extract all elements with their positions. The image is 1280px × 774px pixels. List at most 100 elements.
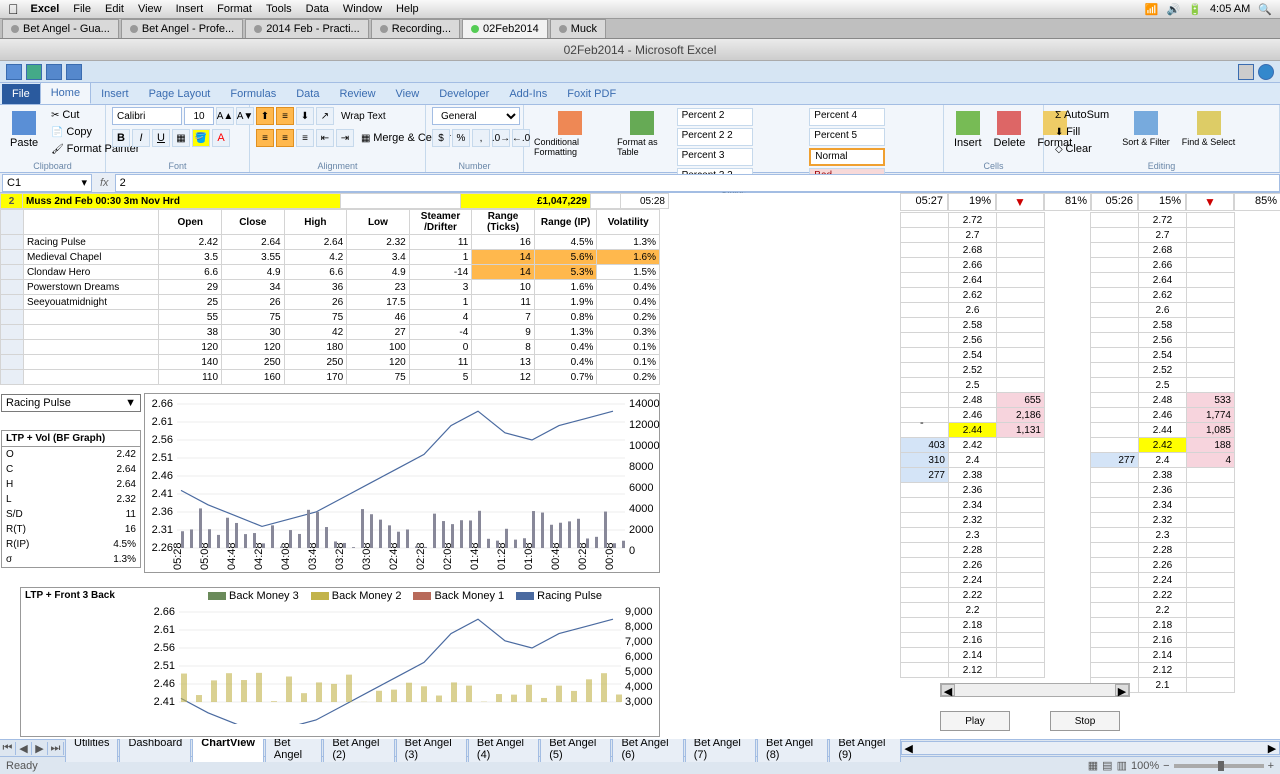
underline-button[interactable]: U [152,129,170,147]
play-button[interactable]: Play [940,711,1010,731]
window-tab[interactable]: 2014 Feb - Practi... [245,19,369,38]
tab-first-icon[interactable]: ⏮ [0,742,16,755]
fx-icon[interactable]: fx [94,177,115,189]
ribbon-tab-foxit-pdf[interactable]: Foxit PDF [557,84,626,104]
menu-data[interactable]: Data [306,3,329,15]
cell-selected[interactable]: 2 [1,194,23,209]
save-icon[interactable] [26,64,42,80]
ribbon-tab-file[interactable]: File [2,84,40,104]
name-box[interactable]: C1▾ [2,174,92,192]
paste-button[interactable]: Paste [6,107,42,153]
fill-button[interactable]: ⬇ Fill [1050,124,1114,140]
spotlight-icon[interactable]: 🔍 [1258,3,1272,16]
font-size-input[interactable] [184,107,214,125]
worksheet[interactable]: 2 Muss 2nd Feb 00:30 3m Nov Hrd £1,047,2… [0,193,1280,739]
percent-button[interactable]: % [452,129,470,147]
zoom-level[interactable]: 100% [1131,760,1159,772]
align-top-button[interactable]: ⬆ [256,107,274,125]
number-format-select[interactable]: General [432,107,520,125]
border-button[interactable]: ▦ [172,129,190,147]
window-tab[interactable]: Bet Angel - Gua... [2,19,119,38]
ladder-2[interactable]: 05:26 15% ▼ 85% 2.722.72.682.662.642.622… [1090,193,1280,693]
find-select-button[interactable]: Find & Select [1178,107,1240,151]
cell-style-percent-3[interactable]: Percent 3 [677,148,753,166]
redo-icon[interactable] [66,64,82,80]
cell-style-normal[interactable]: Normal [809,148,885,166]
apple-icon[interactable]:  [8,1,19,17]
align-bottom-button[interactable]: ⬇ [296,107,314,125]
zoom-out-icon[interactable]: − [1163,760,1169,772]
stop-button[interactable]: Stop [1050,711,1120,731]
ribbon-tab-insert[interactable]: Insert [91,84,139,104]
menu-view[interactable]: View [138,3,162,15]
ladder-scrollbar[interactable]: ◀▶ [940,683,1130,697]
indent-inc-button[interactable]: ⇥ [336,129,354,147]
menu-file[interactable]: File [73,3,91,15]
menu-help[interactable]: Help [396,3,419,15]
font-name-input[interactable] [112,107,182,125]
wifi-icon[interactable]: 📶 [1145,3,1159,16]
orientation-button[interactable]: ↗ [316,107,334,125]
ribbon-tab-home[interactable]: Home [40,82,91,104]
window-tab[interactable]: Bet Angel - Profe... [121,19,243,38]
ribbon-tab-formulas[interactable]: Formulas [220,84,286,104]
ladder-1[interactable]: 05:27 19% ▼ 81% 2.722.72.682.662.642.622… [900,193,1092,678]
minimize-ribbon-icon[interactable] [1238,64,1254,80]
view-break-icon[interactable]: ▥ [1117,759,1127,772]
cell-style-percent-2-2[interactable]: Percent 2 2 [677,128,753,146]
zoom-slider[interactable] [1174,764,1264,768]
bold-button[interactable]: B [112,129,130,147]
view-layout-icon[interactable]: ▤ [1102,759,1112,772]
fill-color-button[interactable]: 🪣 [192,129,210,147]
scroll-left-icon[interactable]: ◀ [941,684,955,696]
sort-filter-button[interactable]: Sort & Filter [1118,107,1174,151]
runner-select[interactable]: Racing Pulse▼ [1,394,141,412]
window-tab[interactable]: Muck [550,19,606,38]
align-left-button[interactable]: ≡ [256,129,274,147]
ribbon-tab-data[interactable]: Data [286,84,329,104]
scroll-right-icon[interactable]: ▶ [1115,684,1129,696]
menu-edit[interactable]: Edit [105,3,124,15]
wrap-text-button[interactable]: Wrap Text [336,109,391,124]
formula-input[interactable]: 2 [115,174,1280,192]
tab-next-icon[interactable]: ▶ [32,742,48,755]
align-right-button[interactable]: ≡ [296,129,314,147]
autosum-button[interactable]: Σ AutoSum [1050,107,1114,123]
tab-last-icon[interactable]: ⏭ [48,742,64,755]
font-color-button[interactable]: A [212,129,230,147]
cell-style-percent-4[interactable]: Percent 4 [809,108,885,126]
ribbon-tab-view[interactable]: View [386,84,430,104]
window-tab[interactable]: 02Feb2014 [462,19,548,38]
view-normal-icon[interactable]: ▦ [1088,759,1098,772]
ribbon-tab-review[interactable]: Review [329,84,385,104]
menu-insert[interactable]: Insert [176,3,204,15]
zoom-in-icon[interactable]: + [1268,760,1274,772]
volume-icon[interactable]: 🔊 [1167,3,1181,16]
align-center-button[interactable]: ≡ [276,129,294,147]
menu-excel[interactable]: Excel [31,3,60,15]
cell-style-percent-2[interactable]: Percent 2 [677,108,753,126]
hscroll-right-icon[interactable]: ▶ [1265,742,1279,754]
ribbon-tab-page-layout[interactable]: Page Layout [139,84,221,104]
indent-dec-button[interactable]: ⇤ [316,129,334,147]
menu-window[interactable]: Window [343,3,382,15]
conditional-formatting-button[interactable]: Conditional Formatting [530,107,609,161]
format-as-table-button[interactable]: Format as Table [613,107,672,161]
currency-button[interactable]: $ [432,129,450,147]
battery-icon[interactable]: 🔋 [1188,3,1202,16]
align-middle-button[interactable]: ≡ [276,107,294,125]
menu-tools[interactable]: Tools [266,3,292,15]
delete-cells-button[interactable]: Delete [990,107,1030,153]
window-tab[interactable]: Recording... [371,19,460,38]
cell-style-percent-5[interactable]: Percent 5 [809,128,885,146]
undo-icon[interactable] [46,64,62,80]
menu-format[interactable]: Format [217,3,252,15]
inc-decimal-button[interactable]: .0→ [492,129,510,147]
comma-button[interactable]: , [472,129,490,147]
clear-button[interactable]: ◇ Clear [1050,141,1114,157]
insert-cells-button[interactable]: Insert [950,107,986,153]
hscroll-left-icon[interactable]: ◀ [902,742,916,754]
italic-button[interactable]: I [132,129,150,147]
ribbon-tab-add-ins[interactable]: Add-Ins [499,84,557,104]
tab-prev-icon[interactable]: ◀ [16,742,32,755]
